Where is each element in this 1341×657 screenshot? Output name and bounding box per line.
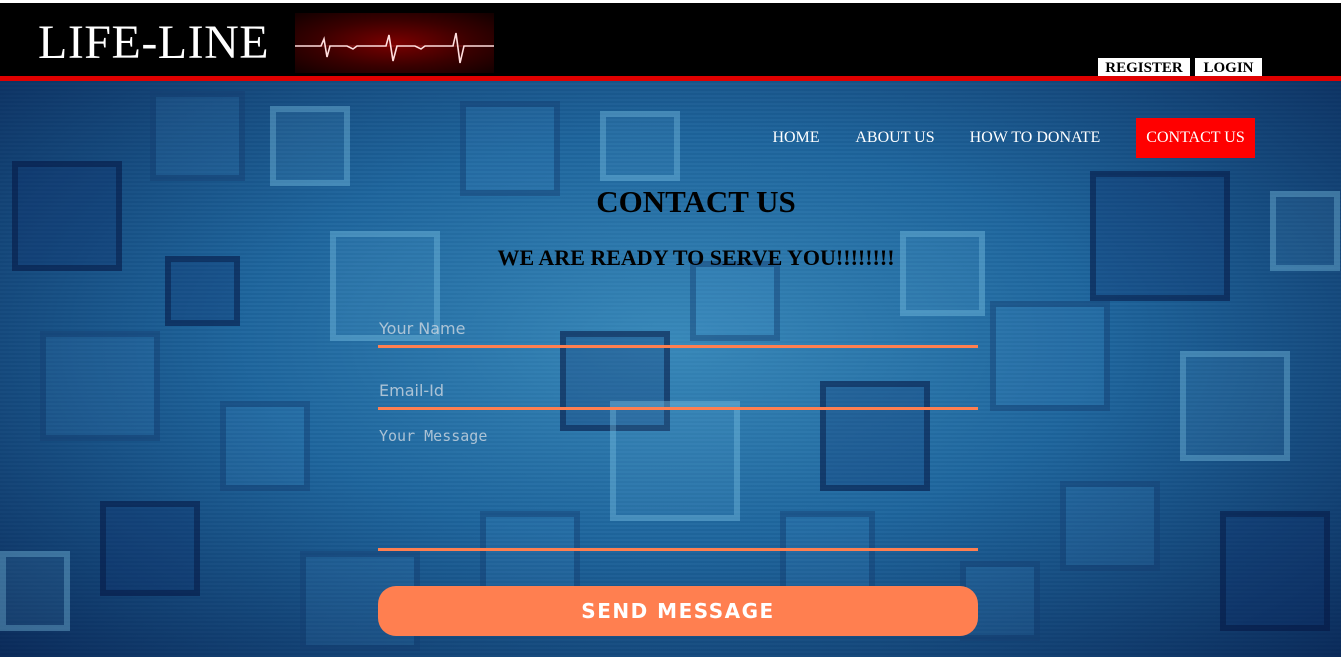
bg-square <box>220 401 310 491</box>
bg-square <box>0 551 70 631</box>
nav-about-us[interactable]: ABOUT US <box>848 118 942 158</box>
email-input[interactable] <box>378 373 978 410</box>
bg-square <box>1220 511 1330 631</box>
bg-square <box>40 331 160 441</box>
send-message-button[interactable]: SEND MESSAGE <box>378 586 978 636</box>
site-logo[interactable]: LIFE-LINE <box>38 15 269 71</box>
ecg-heartbeat-icon <box>295 13 494 73</box>
bg-square <box>1060 481 1160 571</box>
nav-home[interactable]: HOME <box>764 118 828 158</box>
site-header: LIFE-LINE REGISTER LOGIN <box>0 3 1341 78</box>
bg-square <box>150 91 245 181</box>
bg-square <box>1180 351 1290 461</box>
register-button[interactable]: REGISTER <box>1098 58 1190 78</box>
bg-square <box>990 301 1110 411</box>
bg-square <box>270 106 350 186</box>
login-button[interactable]: LOGIN <box>1195 58 1262 78</box>
page-subtitle: WE ARE READY TO SERVE YOU!!!!!!!! <box>497 245 895 270</box>
nav-how-to-donate[interactable]: HOW TO DONATE <box>962 118 1108 158</box>
bg-square <box>600 111 680 181</box>
hero-background: HOME ABOUT US HOW TO DONATE CONTACT US C… <box>0 81 1341 657</box>
name-input[interactable] <box>378 312 978 348</box>
page-title: CONTACT US <box>596 184 796 219</box>
bg-square <box>100 501 200 596</box>
nav-contact-us[interactable]: CONTACT US <box>1136 118 1255 158</box>
message-textarea[interactable] <box>378 421 978 551</box>
